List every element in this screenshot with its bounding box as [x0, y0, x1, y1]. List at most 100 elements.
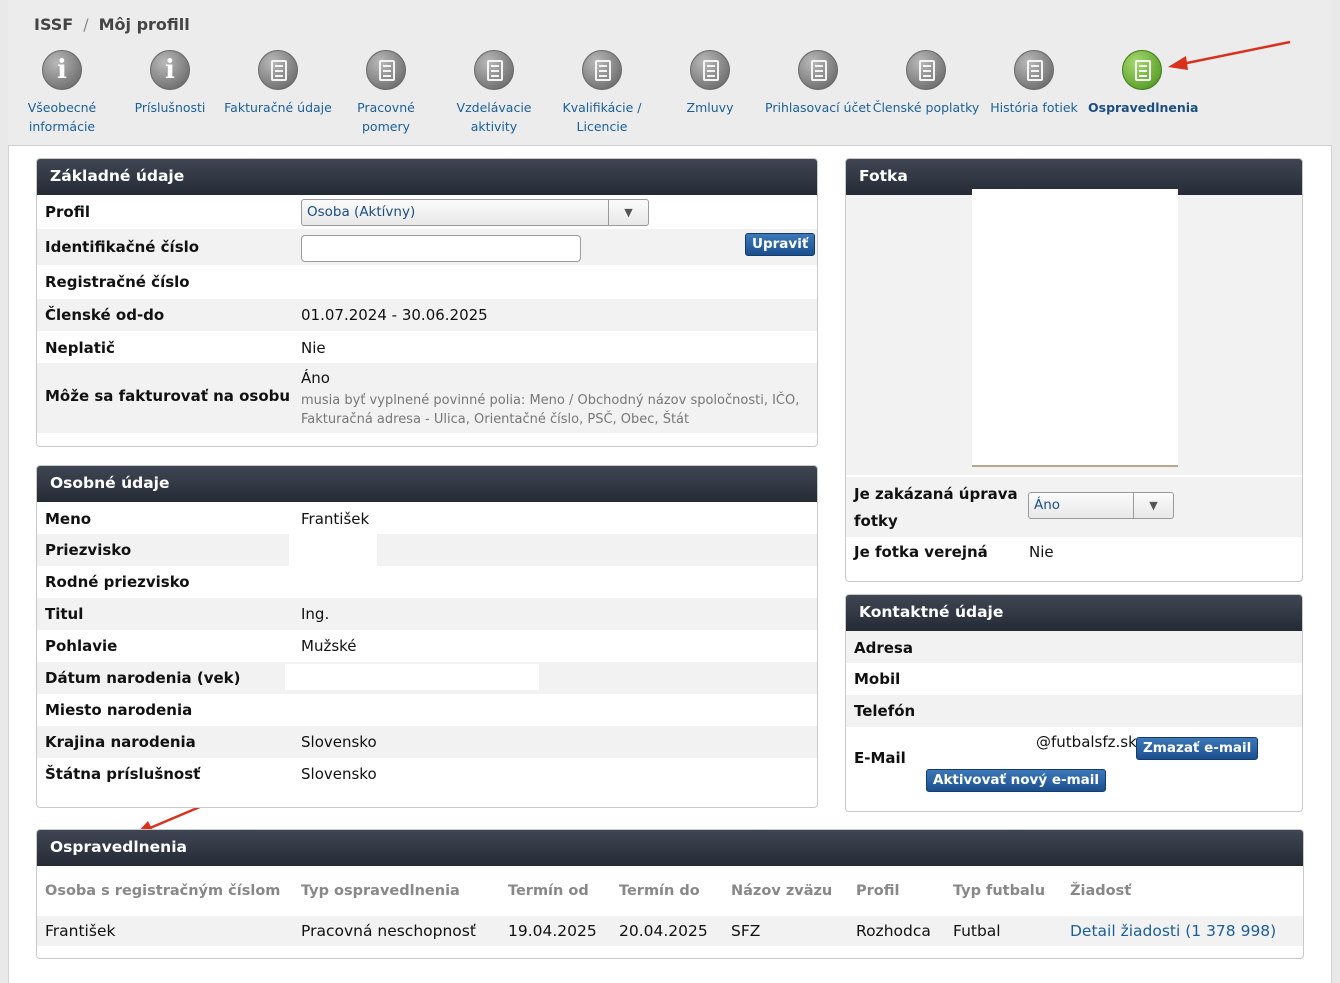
field-label: Titul — [45, 605, 84, 623]
mobile-row: Mobil — [846, 663, 1302, 695]
photo-panel: Fotka Je zakázaná úprava fotky Áno ▼ Je f… — [845, 158, 1303, 582]
tab-qualifications[interactable]: Kvalifikácie / Licencie — [548, 50, 656, 136]
field-label: Meno — [45, 510, 92, 528]
tab-contracts[interactable]: Zmluvy — [656, 50, 764, 117]
personal-info-panel: Osobné údaje Meno František Priezvisko Ro… — [36, 465, 818, 808]
personal-row: Rodné priezvisko — [37, 566, 817, 598]
info-icon: i — [150, 50, 190, 90]
field-value: Slovensko — [301, 733, 377, 751]
tab-label: Kvalifikácie / Licencie — [562, 100, 642, 134]
document-icon — [1014, 50, 1054, 90]
top-bar: ISSF / Môj profill i Všeobecné informácie i… — [8, 0, 1332, 146]
field-label: Priezvisko — [45, 541, 132, 559]
document-icon — [258, 50, 298, 90]
field-label: Členské od-do — [45, 306, 165, 324]
tab-label: Ospravedlnenia — [1088, 100, 1199, 115]
email-value: @futbalsfz.sk — [1036, 733, 1137, 751]
membership-row: Členské od-do 01.07.2024 - 30.06.2025 — [37, 299, 817, 331]
field-label: Je fotka verejná — [854, 543, 988, 561]
annotation-arrow-icon — [1168, 40, 1291, 70]
id-input[interactable] — [301, 235, 581, 262]
field-label: Telefón — [854, 702, 916, 720]
document-icon — [1122, 50, 1162, 90]
profile-cell: Rozhodca — [856, 922, 931, 940]
info-icon: i — [42, 50, 82, 90]
column-header[interactable]: Typ futbalu — [953, 883, 1045, 899]
table-row: František Pracovná neschopnosť 19.04.202… — [37, 916, 1303, 946]
activate-email-button[interactable]: Aktivovať nový e-mail — [926, 769, 1107, 792]
document-icon — [798, 50, 838, 90]
membership-value: 01.07.2024 - 30.06.2025 — [301, 306, 488, 324]
breadcrumb-current: Môj profill — [98, 15, 190, 34]
field-label: Profil — [45, 203, 90, 221]
tab-billing[interactable]: Fakturačné údaje — [224, 50, 332, 117]
field-label: Krajina narodenia — [45, 733, 196, 751]
email-row: E-Mail @futbalsfz.sk Zmazať e-mail Aktiv… — [846, 727, 1302, 799]
tab-label: Všeobecné informácie — [27, 100, 97, 134]
panel-title: Kontaktné údaje — [846, 595, 1302, 631]
column-header[interactable]: Žiadosť — [1070, 883, 1131, 899]
edit-button[interactable]: Upraviť — [745, 233, 816, 256]
field-label: Môže sa fakturovať na osobu — [45, 387, 291, 405]
request-detail-link[interactable]: Detail žiadosti (1 378 998) — [1070, 922, 1276, 940]
column-header[interactable]: Typ ospravedlnenia — [301, 883, 460, 899]
document-icon — [474, 50, 514, 90]
reg-row: Registračné číslo — [37, 265, 817, 299]
field-label: Je zakázaná úprava fotky — [854, 485, 1018, 530]
tab-label: Prihlasovací účet — [765, 100, 871, 115]
contact-panel: Kontaktné údaje Adresa Mobil Telefón E-M… — [845, 594, 1303, 812]
delete-email-button[interactable]: Zmazať e-mail — [1136, 737, 1259, 760]
document-icon — [366, 50, 406, 90]
field-label: Mobil — [854, 670, 901, 688]
tab-label: Vzdelávacie aktivity — [456, 100, 532, 134]
personal-row: Krajina narodenia Slovensko — [37, 726, 817, 758]
phone-row: Telefón — [846, 695, 1302, 727]
debtor-value: Nie — [301, 339, 326, 357]
field-label: Adresa — [854, 639, 913, 657]
tab-label: Fakturačné údaje — [224, 100, 332, 115]
field-value: Ing. — [301, 605, 330, 623]
column-header[interactable]: Termín od — [508, 883, 589, 899]
panel-title: Osobné údaje — [37, 466, 817, 502]
profile-row: Profil Osoba (Aktívny) ▼ — [37, 195, 817, 229]
basic-info-panel: Základné údaje Profil Osoba (Aktívny) ▼ … — [36, 158, 818, 447]
field-label: Dátum narodenia (vek) — [45, 669, 241, 687]
breadcrumb-root[interactable]: ISSF — [34, 15, 73, 34]
chevron-down-icon: ▼ — [608, 200, 648, 225]
column-header[interactable]: Osoba s registračným číslom — [45, 883, 280, 899]
field-label: Miesto narodenia — [45, 701, 193, 719]
tab-login-account[interactable]: Prihlasovací účet — [764, 50, 872, 117]
breadcrumb-separator: / — [83, 15, 89, 34]
tab-label: Zmluvy — [686, 100, 734, 115]
field-label: Identifikačné číslo — [45, 238, 200, 256]
football-type-cell: Futbal — [953, 922, 1001, 940]
field-label: E-Mail — [854, 749, 906, 767]
personal-row: Pohlavie Mužské — [37, 630, 817, 662]
breadcrumb: ISSF / Môj profill — [34, 15, 190, 34]
column-header[interactable]: Termín do — [619, 883, 700, 899]
tab-label: Členské poplatky — [872, 100, 980, 115]
tab-photo-history[interactable]: História fotiek — [980, 50, 1088, 117]
panel-title: Ospravedlnenia — [37, 830, 1303, 866]
tab-affiliations[interactable]: i Príslušnosti — [116, 50, 224, 117]
union-cell: SFZ — [731, 922, 761, 940]
person-cell: František — [45, 922, 116, 940]
to-cell: 20.04.2025 — [619, 922, 708, 940]
chevron-down-icon: ▼ — [1133, 493, 1173, 518]
excuses-panel: Ospravedlnenia Osoba s registračným čísl… — [36, 829, 1304, 959]
debtor-row: Neplatič Nie — [37, 331, 817, 363]
column-header[interactable]: Profil — [856, 883, 899, 899]
personal-row: Miesto narodenia — [37, 694, 817, 726]
document-icon — [690, 50, 730, 90]
tab-education[interactable]: Vzdelávacie aktivity — [440, 50, 548, 136]
panel-title: Základné údaje — [37, 159, 817, 195]
tab-membership-fees[interactable]: Členské poplatky — [872, 50, 980, 117]
tab-general-info[interactable]: i Všeobecné informácie — [8, 50, 116, 136]
tab-label: Príslušnosti — [134, 100, 206, 115]
photo-area — [846, 189, 1302, 475]
photo-lock-select[interactable]: Áno ▼ — [1028, 492, 1174, 519]
document-icon — [906, 50, 946, 90]
column-header[interactable]: Názov zväzu — [731, 883, 832, 899]
profile-select[interactable]: Osoba (Aktívny) ▼ — [301, 199, 649, 226]
tab-employment[interactable]: Pracovné pomery — [332, 50, 440, 136]
